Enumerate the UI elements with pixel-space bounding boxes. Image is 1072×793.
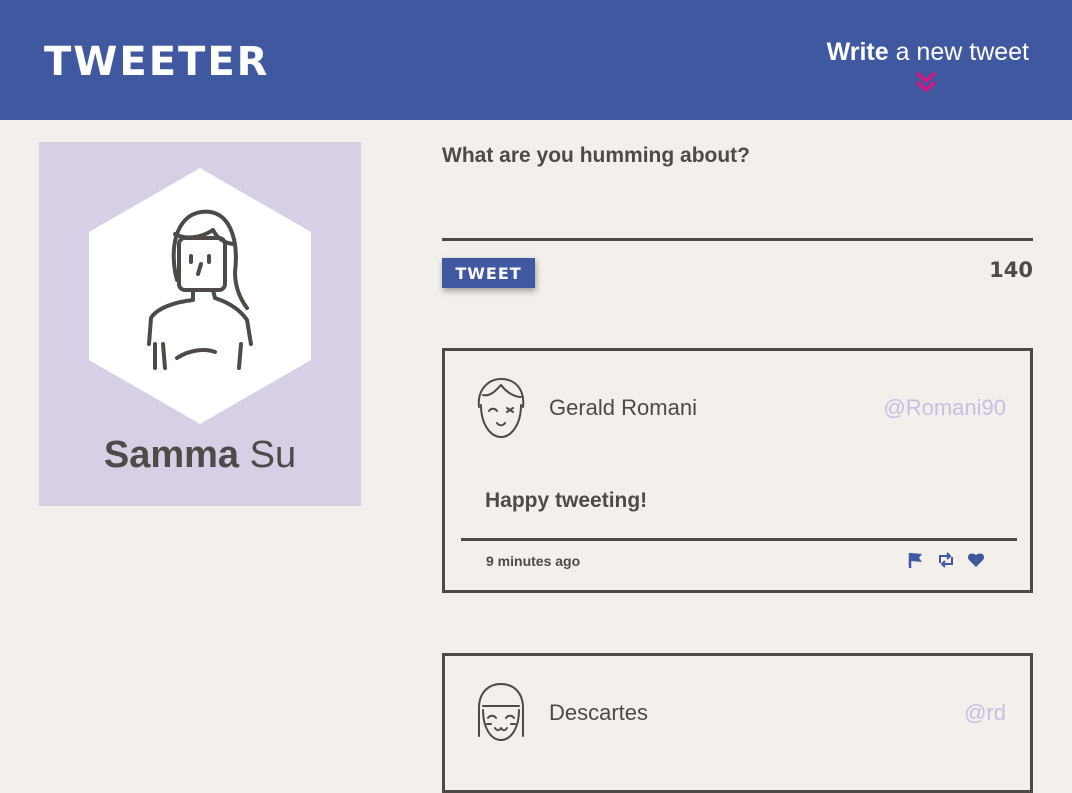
- user-avatar-icon: [478, 683, 524, 741]
- tweet-button[interactable]: TWEET: [442, 258, 535, 288]
- profile-card: Samma Su: [39, 142, 361, 506]
- compose-textarea[interactable]: What are you humming about?: [442, 144, 750, 168]
- heart-icon[interactable]: [967, 551, 985, 569]
- user-avatar-icon: [477, 378, 525, 438]
- top-nav: TWEETER Write a new tweet: [0, 0, 1072, 120]
- profile-name: Samma Su: [39, 434, 361, 477]
- profile-first-name: Samma: [103, 434, 240, 476]
- double-chevron-down-icon[interactable]: [914, 70, 938, 94]
- compose-label: a new tweet: [888, 38, 1029, 66]
- retweet-icon[interactable]: [937, 551, 955, 569]
- flag-icon[interactable]: [907, 551, 925, 569]
- profile-avatar: [89, 168, 311, 424]
- compose-bold-label: Write: [826, 38, 889, 66]
- tweet-content: Happy tweeting!: [485, 489, 648, 512]
- tweet-card: Descartes @rd: [442, 653, 1033, 793]
- profile-last-name: Su: [239, 434, 297, 476]
- tweet-divider: [461, 538, 1017, 541]
- tweet-actions: [907, 551, 985, 569]
- character-counter: 140: [989, 258, 1033, 282]
- tweet-author-name: Gerald Romani: [549, 395, 697, 420]
- compose-toggle[interactable]: Write a new tweet: [827, 38, 1029, 67]
- tweet-author-handle[interactable]: @rd: [964, 700, 1006, 726]
- tweet-author-name: Descartes: [549, 700, 649, 725]
- textarea-underline: [442, 238, 1033, 241]
- tweet-author-handle[interactable]: @Romani90: [883, 395, 1006, 421]
- logo[interactable]: TWEETER: [44, 42, 269, 82]
- tweet-card: Gerald Romani @Romani90 Happy tweeting! …: [442, 348, 1033, 593]
- tweet-timestamp: 9 minutes ago: [486, 553, 581, 569]
